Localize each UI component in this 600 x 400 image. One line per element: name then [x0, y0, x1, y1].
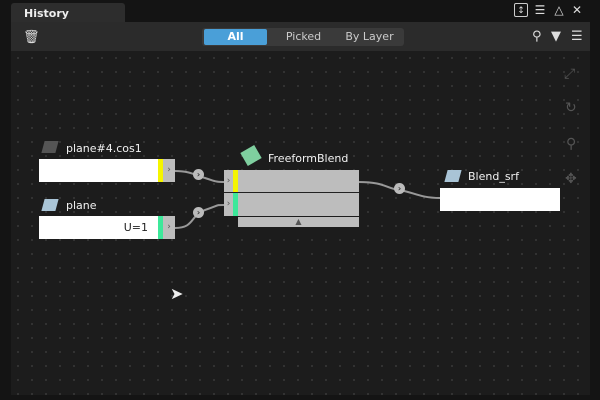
node-label: plane#4.cos1: [66, 142, 142, 155]
node-plane-cos1[interactable]: ›: [39, 159, 175, 182]
node-blend-srf[interactable]: [440, 188, 560, 211]
node-value: U=1: [39, 216, 158, 239]
output-port[interactable]: ›: [163, 216, 175, 239]
input-row: [238, 170, 359, 192]
node-label: Blend_srf: [468, 170, 519, 183]
node-label: FreeformBlend: [268, 152, 349, 165]
connection-node-icon[interactable]: ›: [193, 207, 204, 218]
mouse-cursor-icon: ➤: [170, 284, 184, 303]
node-freeform-blend[interactable]: › › ▲: [224, 170, 359, 228]
node-label: plane: [66, 199, 97, 212]
output-port[interactable]: ›: [163, 159, 175, 182]
connection-node-icon[interactable]: ›: [193, 169, 204, 180]
input-port[interactable]: ›: [224, 170, 233, 192]
node-plane[interactable]: U=1 ›: [39, 216, 175, 239]
expand-arrow-icon[interactable]: ▲: [238, 217, 359, 227]
connection-node-icon[interactable]: ›: [394, 183, 405, 194]
input-port[interactable]: ›: [224, 193, 233, 216]
input-row: [238, 193, 359, 216]
